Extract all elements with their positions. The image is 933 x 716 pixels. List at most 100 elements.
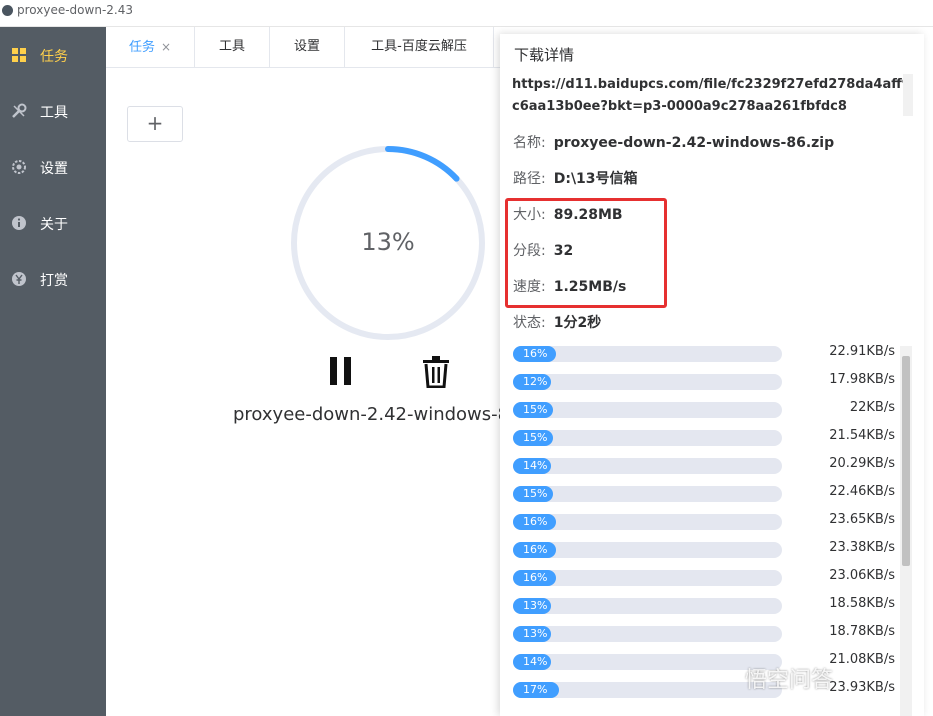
- segment-row: 12% 17.98KB/s: [513, 372, 913, 391]
- yen-icon: [12, 272, 26, 286]
- task-filename: proxyee-down-2.42-windows-8: [233, 404, 510, 425]
- detail-path-row: 路径: D:\13号信箱: [513, 168, 638, 188]
- segment-progress-bar: 14%: [513, 458, 782, 474]
- status-label: 状态:: [513, 315, 546, 331]
- add-task-button[interactable]: +: [127, 106, 183, 142]
- grid-icon: [12, 48, 26, 62]
- segment-speed: 23.06KB/s: [829, 568, 895, 583]
- panel-title: 下载详情: [514, 46, 575, 64]
- segment-progress-bar: 16%: [513, 570, 782, 586]
- detail-name-row: 名称: proxyee-down-2.42-windows-86.zip: [513, 132, 834, 152]
- highlight-box: [505, 198, 667, 308]
- tab-tasks[interactable]: 任务 ×: [106, 27, 195, 67]
- segment-row: 14% 21.08KB/s: [513, 652, 913, 671]
- trash-icon[interactable]: [422, 356, 450, 388]
- segment-progress-bar: 13%: [513, 598, 782, 614]
- segment-progress-fill: 12%: [513, 374, 551, 390]
- status-value: 1分2秒: [553, 315, 602, 331]
- segment-progress-fill: 17%: [513, 682, 559, 698]
- segment-progress-bar: 14%: [513, 654, 782, 670]
- segment-progress-bar: 16%: [513, 542, 782, 558]
- path-value: D:\13号信箱: [553, 171, 638, 187]
- sidebar-item-donate[interactable]: 打赏: [0, 251, 106, 307]
- segment-percent: 13%: [523, 599, 548, 612]
- sidebar-item-tasks[interactable]: 任务: [0, 27, 106, 83]
- segment-progress-bar: 16%: [513, 346, 782, 362]
- info-icon: [12, 216, 26, 230]
- tab-baidu-unzip[interactable]: 工具-百度云解压: [345, 27, 494, 67]
- segment-speed: 22KB/s: [849, 400, 895, 415]
- segment-speed: 23.38KB/s: [829, 540, 895, 555]
- segment-percent: 14%: [523, 655, 548, 668]
- segment-row: 16% 23.65KB/s: [513, 512, 913, 531]
- window-title: proxyee-down-2.43: [17, 3, 133, 17]
- segment-progress-bar: 13%: [513, 626, 782, 642]
- tab-tools[interactable]: 工具: [195, 27, 270, 67]
- segment-progress-fill: 16%: [513, 514, 556, 530]
- segment-progress-bar: 15%: [513, 486, 782, 502]
- scrollbar-thumb[interactable]: [902, 356, 910, 566]
- tab-settings[interactable]: 设置: [270, 27, 345, 67]
- segment-speed: 18.78KB/s: [829, 624, 895, 639]
- segment-speed: 17.98KB/s: [829, 372, 895, 387]
- sidebar-item-label: 关于: [40, 217, 68, 233]
- segment-speed: 22.91KB/s: [829, 344, 895, 359]
- pause-button[interactable]: [328, 357, 352, 385]
- segment-scrollbar[interactable]: [900, 346, 912, 716]
- segment-speed: 18.58KB/s: [829, 596, 895, 611]
- sidebar-item-label: 任务: [40, 49, 68, 65]
- segment-percent: 14%: [523, 459, 548, 472]
- segment-row: 13% 18.58KB/s: [513, 596, 913, 615]
- tab-label: 工具-百度云解压: [371, 39, 467, 54]
- segment-progress-fill: 15%: [513, 486, 553, 502]
- path-label: 路径:: [513, 171, 546, 187]
- segment-percent: 16%: [523, 543, 548, 556]
- sidebar: 任务 工具 设置 关于 打赏: [0, 27, 106, 716]
- segment-row: 15% 22KB/s: [513, 400, 913, 419]
- segment-progress-bar: 17%: [513, 682, 782, 698]
- segment-row: 13% 18.78KB/s: [513, 624, 913, 643]
- segment-progress-fill: 13%: [513, 626, 551, 642]
- segment-percent: 13%: [523, 627, 548, 640]
- segment-row: 17% 23.93KB/s: [513, 680, 913, 699]
- segment-progress-fill: 14%: [513, 458, 551, 474]
- sidebar-item-about[interactable]: 关于: [0, 195, 106, 251]
- segment-percent: 15%: [523, 487, 548, 500]
- tab-label: 任务: [128, 40, 155, 55]
- download-url[interactable]: https://d11.baidupcs.com/file/fc2329f27e…: [512, 74, 912, 116]
- watermark: 悟空问答: [745, 668, 834, 693]
- segment-speed: 21.54KB/s: [829, 428, 895, 443]
- segment-percent: 15%: [523, 431, 548, 444]
- segment-progress-bar: 12%: [513, 374, 782, 390]
- segment-percent: 16%: [523, 571, 548, 584]
- sidebar-item-settings[interactable]: 设置: [0, 139, 106, 195]
- segment-row: 16% 22.91KB/s: [513, 344, 913, 363]
- tab-label: 工具: [218, 39, 245, 54]
- wrench-icon: [12, 103, 27, 118]
- app-icon: [2, 5, 13, 16]
- close-icon[interactable]: ×: [161, 40, 171, 54]
- detail-status-row: 状态: 1分2秒: [513, 312, 601, 332]
- window-titlebar: proxyee-down-2.43: [0, 0, 933, 27]
- url-scrollbar[interactable]: [903, 74, 913, 116]
- segment-progress-fill: 16%: [513, 346, 556, 362]
- segment-list: 16% 22.91KB/s 12% 17.98KB/s 15% 22KB/s 15% 21.5…: [500, 344, 924, 716]
- segment-progress-bar: 15%: [513, 430, 782, 446]
- segment-progress-bar: 16%: [513, 514, 782, 530]
- segment-progress-fill: 16%: [513, 542, 556, 558]
- sidebar-item-tools[interactable]: 工具: [0, 83, 106, 139]
- sidebar-item-label: 工具: [40, 105, 68, 121]
- sidebar-item-label: 打赏: [40, 273, 68, 289]
- name-label: 名称:: [513, 135, 546, 151]
- gear-icon: [12, 160, 26, 174]
- segment-progress-fill: 13%: [513, 598, 551, 614]
- segment-progress-fill: 15%: [513, 402, 553, 418]
- name-value: proxyee-down-2.42-windows-86.zip: [553, 135, 835, 151]
- download-detail-panel: 下载详情 https://d11.baidupcs.com/file/fc232…: [500, 34, 924, 716]
- segment-percent: 16%: [523, 347, 548, 360]
- segment-progress-bar: 15%: [513, 402, 782, 418]
- tab-label: 设置: [293, 39, 320, 54]
- segment-progress-fill: 14%: [513, 654, 551, 670]
- segment-percent: 15%: [523, 403, 548, 416]
- segment-row: 15% 22.46KB/s: [513, 484, 913, 503]
